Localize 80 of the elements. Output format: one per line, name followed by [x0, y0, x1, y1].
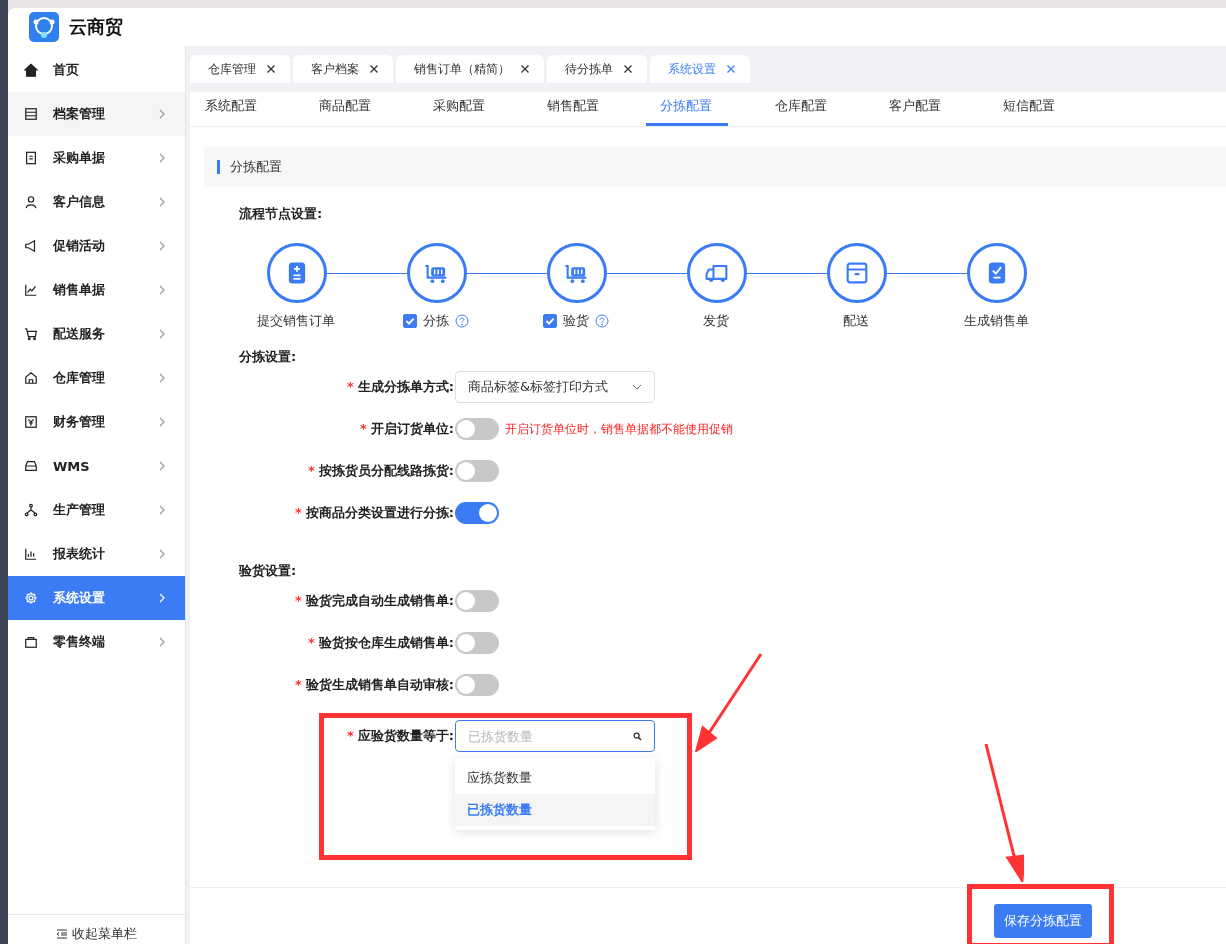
required-mark: * — [295, 593, 302, 608]
caret-icon — [632, 384, 642, 390]
settings-tab[interactable]: 系统配置 — [190, 92, 272, 126]
toggle-switch[interactable] — [455, 502, 499, 524]
required-mark: * — [295, 505, 302, 520]
search-icon — [633, 732, 642, 741]
settings-tab[interactable]: 分拣配置 — [646, 92, 728, 126]
checkbox[interactable] — [543, 314, 557, 328]
page-tab[interactable]: 系统设置 — [650, 55, 750, 83]
page-tab[interactable]: 仓库管理 — [190, 55, 290, 83]
field-label: 按拣货员分配线路拣货: — [318, 463, 454, 478]
required-mark: * — [295, 677, 302, 692]
sidebar-item[interactable]: 配送服务 — [8, 312, 185, 356]
toggle-switch[interactable] — [455, 590, 499, 612]
close-icon[interactable] — [369, 64, 379, 74]
toggle-switch[interactable] — [455, 460, 499, 482]
home-icon — [24, 63, 38, 77]
field-label: 生成分拣单方式: — [357, 379, 454, 394]
sidebar-item[interactable]: 档案管理 — [8, 92, 185, 136]
page-tab[interactable]: 客户档案 — [293, 55, 393, 83]
sidebar-item[interactable]: 报表统计 — [8, 532, 185, 576]
step-label: 提交销售订单 — [257, 312, 335, 330]
field-label: 开启订货单位: — [370, 421, 454, 436]
settings-tab[interactable]: 客户配置 — [874, 92, 956, 126]
save-button[interactable]: 保存分拣配置 — [994, 904, 1092, 938]
sidebar-item[interactable]: 销售单据 — [8, 268, 185, 312]
settings-icon — [24, 591, 38, 605]
settings-tab[interactable]: 采购配置 — [418, 92, 500, 126]
collapse-icon — [56, 929, 68, 939]
sidebar-item[interactable]: 系统设置 — [8, 576, 185, 620]
required-mark: * — [347, 379, 354, 394]
field-label: 按商品分类设置进行分拣: — [305, 505, 454, 520]
sidebar-item[interactable]: 生产管理 — [8, 488, 185, 532]
sidebar-item[interactable]: 客户信息 — [8, 180, 185, 224]
step-label: 发货 — [703, 312, 729, 330]
help-icon[interactable] — [595, 314, 609, 328]
field-label: 应验货数量等于: — [357, 728, 454, 743]
settings-tab[interactable]: 仓库配置 — [760, 92, 842, 126]
required-mark: * — [308, 463, 315, 478]
toggle-switch[interactable] — [455, 632, 499, 654]
required-mark: * — [347, 728, 354, 743]
close-icon[interactable] — [623, 64, 633, 74]
toggle-switch[interactable] — [455, 674, 499, 696]
dropdown-option[interactable]: 应拣货数量 — [455, 762, 655, 794]
settings-tab[interactable]: 销售配置 — [532, 92, 614, 126]
section-header: 分拣配置 — [204, 147, 1226, 187]
settings-tab[interactable]: 短信配置 — [988, 92, 1070, 126]
settings-tab[interactable]: 商品配置 — [304, 92, 386, 126]
close-icon[interactable] — [266, 64, 276, 74]
group-heading: 验货设置: — [239, 562, 298, 580]
sidebar-item[interactable]: 零售终端 — [8, 620, 185, 664]
page-tab[interactable]: 待分拣单 — [547, 55, 647, 83]
warning-text: 开启订货单位时，销售单据都不能使用促销 — [505, 420, 733, 438]
close-icon[interactable] — [520, 64, 530, 74]
group-heading: 流程节点设置: — [239, 205, 324, 223]
sidebar-item[interactable]: 仓库管理 — [8, 356, 185, 400]
required-mark: * — [360, 421, 367, 436]
app-title: 云商贸 — [69, 15, 123, 39]
field-label: 验货完成自动生成销售单: — [305, 593, 454, 608]
step-label: 生成销售单 — [963, 312, 1029, 330]
step-label: 验货 — [563, 312, 589, 330]
field-label: 验货生成销售单自动审核: — [305, 677, 454, 692]
step-label: 分拣 — [423, 312, 449, 330]
sidebar-item[interactable]: WMS — [8, 444, 185, 488]
checkbox[interactable] — [403, 314, 417, 328]
search-select-field[interactable]: 已拣货数量 — [455, 720, 655, 752]
select-field[interactable]: 商品标签&标签打印方式 — [455, 371, 655, 403]
sidebar-item[interactable]: 财务管理 — [8, 400, 185, 444]
group-heading: 分拣设置: — [239, 348, 298, 366]
sidebar-item[interactable]: 促销活动 — [8, 224, 185, 268]
step-label: 配送 — [843, 312, 869, 330]
sidebar-item[interactable]: 采购单据 — [8, 136, 185, 180]
sidebar-item[interactable]: 首页 — [8, 48, 185, 92]
toggle-switch[interactable] — [455, 418, 499, 440]
page-tab[interactable]: 销售订单（精简） — [396, 55, 544, 83]
dropdown-option[interactable]: 已拣货数量 — [455, 794, 655, 826]
field-label: 验货按仓库生成销售单: — [318, 635, 454, 650]
logo-icon — [29, 12, 59, 42]
required-mark: * — [308, 635, 315, 650]
help-icon[interactable] — [455, 314, 469, 328]
